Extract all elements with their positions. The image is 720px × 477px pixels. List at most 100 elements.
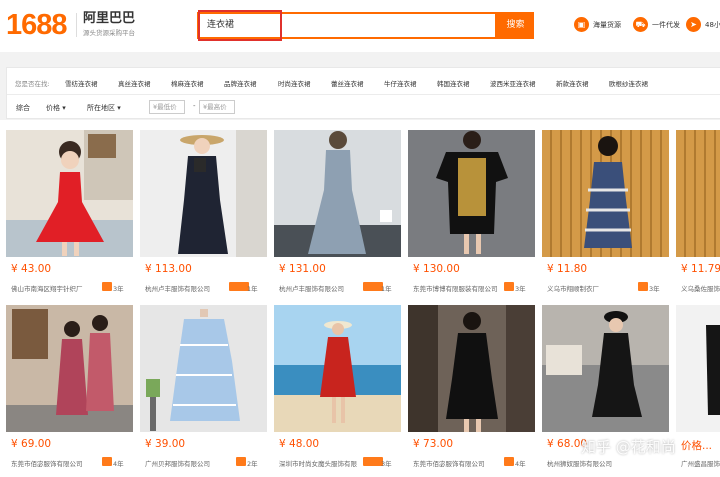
product-card[interactable]: ¥ 130.00 东莞市博博有限服装有限公司 3年: [408, 130, 535, 302]
suggested-keyword[interactable]: 牛仔连衣裙: [384, 78, 417, 88]
price-min-input[interactable]: ¥最低价: [149, 100, 185, 114]
logo-name[interactable]: 阿里巴巴: [83, 11, 135, 27]
feature-item[interactable]: ⛟ 一件代发: [633, 17, 680, 32]
sort-price[interactable]: 价格 ▾: [46, 103, 66, 113]
product-price: ¥ 11.79: [681, 263, 720, 275]
product-image[interactable]: [676, 130, 720, 257]
shop-name[interactable]: 杭州狮奴服饰有限公司: [547, 458, 642, 468]
price-max-input[interactable]: ¥最高价: [199, 100, 235, 114]
product-card[interactable]: ¥ 48.00 深圳市时尚女魔头服饰有限 3年: [274, 305, 401, 477]
supplier-years: 1年: [247, 285, 258, 293]
product-image[interactable]: [542, 130, 669, 257]
shop-name[interactable]: 义乌桑佐服饰: [681, 283, 720, 293]
suggested-keyword[interactable]: 波西米亚连衣裙: [490, 78, 536, 88]
feature-item[interactable]: ▣ 海量货源: [574, 17, 621, 32]
supplier-badge-icon: [102, 282, 112, 291]
supplier-years: 3年: [515, 285, 526, 293]
feature-item[interactable]: ➤ 48小时发货: [686, 17, 720, 32]
product-card[interactable]: ¥ 69.00 东莞市佰宓服饰有限公司 4年: [6, 305, 133, 477]
product-image[interactable]: [408, 305, 535, 432]
product-price: ¥ 130.00: [413, 263, 460, 275]
feature-label: 一件代发: [652, 20, 680, 29]
supplier-badge-icon: [229, 282, 249, 291]
product-price: ¥ 69.00: [11, 438, 52, 450]
product-price: ¥ 11.80: [547, 263, 588, 275]
suggested-keyword[interactable]: 雪纺连衣裙: [65, 78, 98, 88]
shop-name[interactable]: 杭州卢丰服饰有限公司: [279, 283, 374, 293]
product-card[interactable]: ¥ 43.00 佛山市南海区翔宇针织厂 3年: [6, 130, 133, 302]
supplier-years: 2年: [247, 460, 258, 468]
product-card[interactable]: ¥ 73.00 东莞市佰宓服饰有限公司 4年: [408, 305, 535, 477]
supplier-badge-icon: [504, 282, 514, 291]
shop-name[interactable]: 杭州卢丰服饰有限公司: [145, 283, 240, 293]
shop-name[interactable]: 佛山市南海区翔宇针织厂: [11, 283, 106, 293]
shop-name[interactable]: 广州盛昌服饰: [681, 458, 720, 468]
product-card[interactable]: ¥ 11.79 义乌桑佐服饰: [676, 130, 720, 302]
filter-panel: 您是否在找: 雪纺连衣裙 真丝连衣裙 棉麻连衣裙 品牌连衣裙 时尚连衣裙 蕾丝连…: [6, 67, 720, 119]
feature-label: 海量货源: [593, 20, 621, 29]
shop-name[interactable]: 东莞市博博有限服装有限公司: [413, 283, 508, 293]
rocket-icon: ➤: [686, 17, 701, 32]
product-price: ¥ 131.00: [279, 263, 326, 275]
sort-region-label: 所在地区: [87, 104, 115, 112]
suggested-keyword[interactable]: 新款连衣裙: [556, 78, 589, 88]
shop-name[interactable]: 东莞市佰宓服饰有限公司: [11, 458, 106, 468]
search-highlight-box: [198, 10, 282, 41]
product-price: ¥ 113.00: [145, 263, 192, 275]
supplier-years: 1年: [381, 285, 392, 293]
supplier-badge-icon: [236, 457, 246, 466]
product-image[interactable]: [140, 305, 267, 432]
product-card[interactable]: ¥ 39.00 广州贝邦服饰有限公司 2年: [140, 305, 267, 477]
supplier-years: 3年: [113, 285, 124, 293]
supplier-years: 3年: [649, 285, 660, 293]
shop-name[interactable]: 义乌市翔顺制衣厂: [547, 283, 642, 293]
product-card[interactable]: ¥ 113.00 杭州卢丰服饰有限公司 1年: [140, 130, 267, 302]
suggested-keyword[interactable]: 时尚连衣裙: [278, 78, 311, 88]
search-button[interactable]: 搜索: [497, 12, 534, 39]
shop-name[interactable]: 深圳市时尚女魔头服饰有限: [279, 458, 374, 468]
site-header: 1688 阿里巴巴 源头货源采购平台 连衣裙 搜索 ▣ 海量货源 ⛟ 一件代发 …: [0, 0, 720, 52]
product-image[interactable]: [274, 305, 401, 432]
feature-label: 48小时发货: [705, 20, 720, 29]
supplier-badge-icon: [638, 282, 648, 291]
suggested-keyword[interactable]: 欧根纱连衣裙: [609, 78, 648, 88]
suggested-keyword[interactable]: 韩国连衣裙: [437, 78, 470, 88]
product-card[interactable]: 价格... 广州盛昌服饰: [676, 305, 720, 477]
supplier-badge-icon: [504, 457, 514, 466]
suggested-keyword[interactable]: 品牌连衣裙: [224, 78, 257, 88]
suggestion-label: 您是否在找:: [15, 80, 50, 88]
product-image[interactable]: [140, 130, 267, 257]
sort-bar: 综合 价格 ▾ 所在地区 ▾ ¥最低价 - ¥最高价: [7, 94, 720, 119]
shop-name[interactable]: 东莞市佰宓服饰有限公司: [413, 458, 508, 468]
sort-price-label: 价格: [46, 104, 60, 112]
product-image[interactable]: [676, 305, 720, 432]
product-image[interactable]: [542, 305, 669, 432]
chevron-down-icon: ▾: [117, 104, 121, 112]
product-image[interactable]: [408, 130, 535, 257]
package-icon: ▣: [574, 17, 589, 32]
product-price: 价格...: [681, 440, 713, 452]
product-price: ¥ 43.00: [11, 263, 52, 275]
supplier-years: 4年: [515, 460, 526, 468]
sort-region[interactable]: 所在地区 ▾: [87, 103, 121, 113]
shop-name[interactable]: 广州贝邦服饰有限公司: [145, 458, 240, 468]
product-image[interactable]: [6, 130, 133, 257]
sort-default[interactable]: 综合: [16, 103, 30, 113]
supplier-badge-icon: [102, 457, 112, 466]
product-price: ¥ 48.00: [279, 438, 320, 450]
product-card[interactable]: ¥ 11.80 义乌市翔顺制衣厂 3年: [542, 130, 669, 302]
logo-1688[interactable]: 1688: [6, 8, 68, 42]
suggested-keyword[interactable]: 棉麻连衣裙: [171, 78, 204, 88]
supplier-badge-icon: [363, 457, 383, 466]
logo-divider: [76, 13, 77, 37]
product-card[interactable]: ¥ 131.00 杭州卢丰服饰有限公司 1年: [274, 130, 401, 302]
chevron-down-icon: ▾: [62, 104, 66, 112]
suggested-keyword[interactable]: 蕾丝连衣裙: [331, 78, 364, 88]
price-range-dash: -: [193, 102, 196, 110]
suggested-keyword[interactable]: 真丝连衣裙: [118, 78, 151, 88]
product-image[interactable]: [6, 305, 133, 432]
watermark: 知乎 @花和尚: [581, 438, 676, 456]
supplier-years: 4年: [113, 460, 124, 468]
product-image[interactable]: [274, 130, 401, 257]
logo-tagline: 源头货源采购平台: [83, 29, 135, 37]
